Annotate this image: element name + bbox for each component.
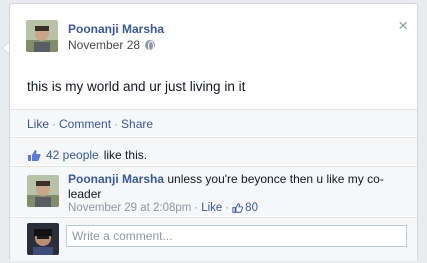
commenter-name[interactable]: Poonanji Marsha xyxy=(68,172,164,186)
author-name[interactable]: Poonanji Marsha xyxy=(68,22,164,36)
comment-input[interactable] xyxy=(66,225,407,247)
post-card: Poonanji Marsha November 28 × this is my… xyxy=(9,3,418,261)
likes-suffix: like this. xyxy=(103,148,148,162)
separator: · xyxy=(225,202,230,214)
post-date: November 28 xyxy=(68,38,156,52)
comment-like-link[interactable]: Like xyxy=(201,202,222,214)
post-text: this is my world and ur just living in i… xyxy=(27,79,246,94)
globe-icon[interactable] xyxy=(145,40,156,51)
likes-count-link[interactable]: 42 people xyxy=(46,148,99,162)
separator: · xyxy=(114,117,119,131)
commenter-avatar[interactable] xyxy=(27,175,59,207)
close-icon[interactable]: × xyxy=(398,17,408,34)
post-date-link[interactable]: November 28 xyxy=(68,38,140,52)
share-link[interactable]: Share xyxy=(121,117,153,131)
author-avatar[interactable] xyxy=(26,20,58,52)
comment-like-count[interactable]: 80 xyxy=(245,202,258,214)
like-link[interactable]: Like xyxy=(27,117,49,131)
thumbs-up-icon xyxy=(27,149,41,162)
comment-body: Poonanji Marsha unless you're beyonce th… xyxy=(68,172,408,202)
separator: · xyxy=(52,117,57,131)
comment-link[interactable]: Comment xyxy=(59,117,111,131)
comment-meta: November 29 at 2:08pm · Like · 80 xyxy=(68,202,258,214)
comment-timestamp[interactable]: November 29 at 2:08pm xyxy=(68,202,191,214)
likes-summary: 42 people like this. xyxy=(10,137,417,165)
current-user-avatar xyxy=(27,223,59,255)
thumbs-up-icon xyxy=(232,203,244,213)
comment-composer xyxy=(10,217,417,261)
post-actions: Like · Comment · Share xyxy=(10,109,417,136)
comment-item: Poonanji Marsha unless you're beyonce th… xyxy=(10,166,417,216)
separator: · xyxy=(194,202,199,214)
